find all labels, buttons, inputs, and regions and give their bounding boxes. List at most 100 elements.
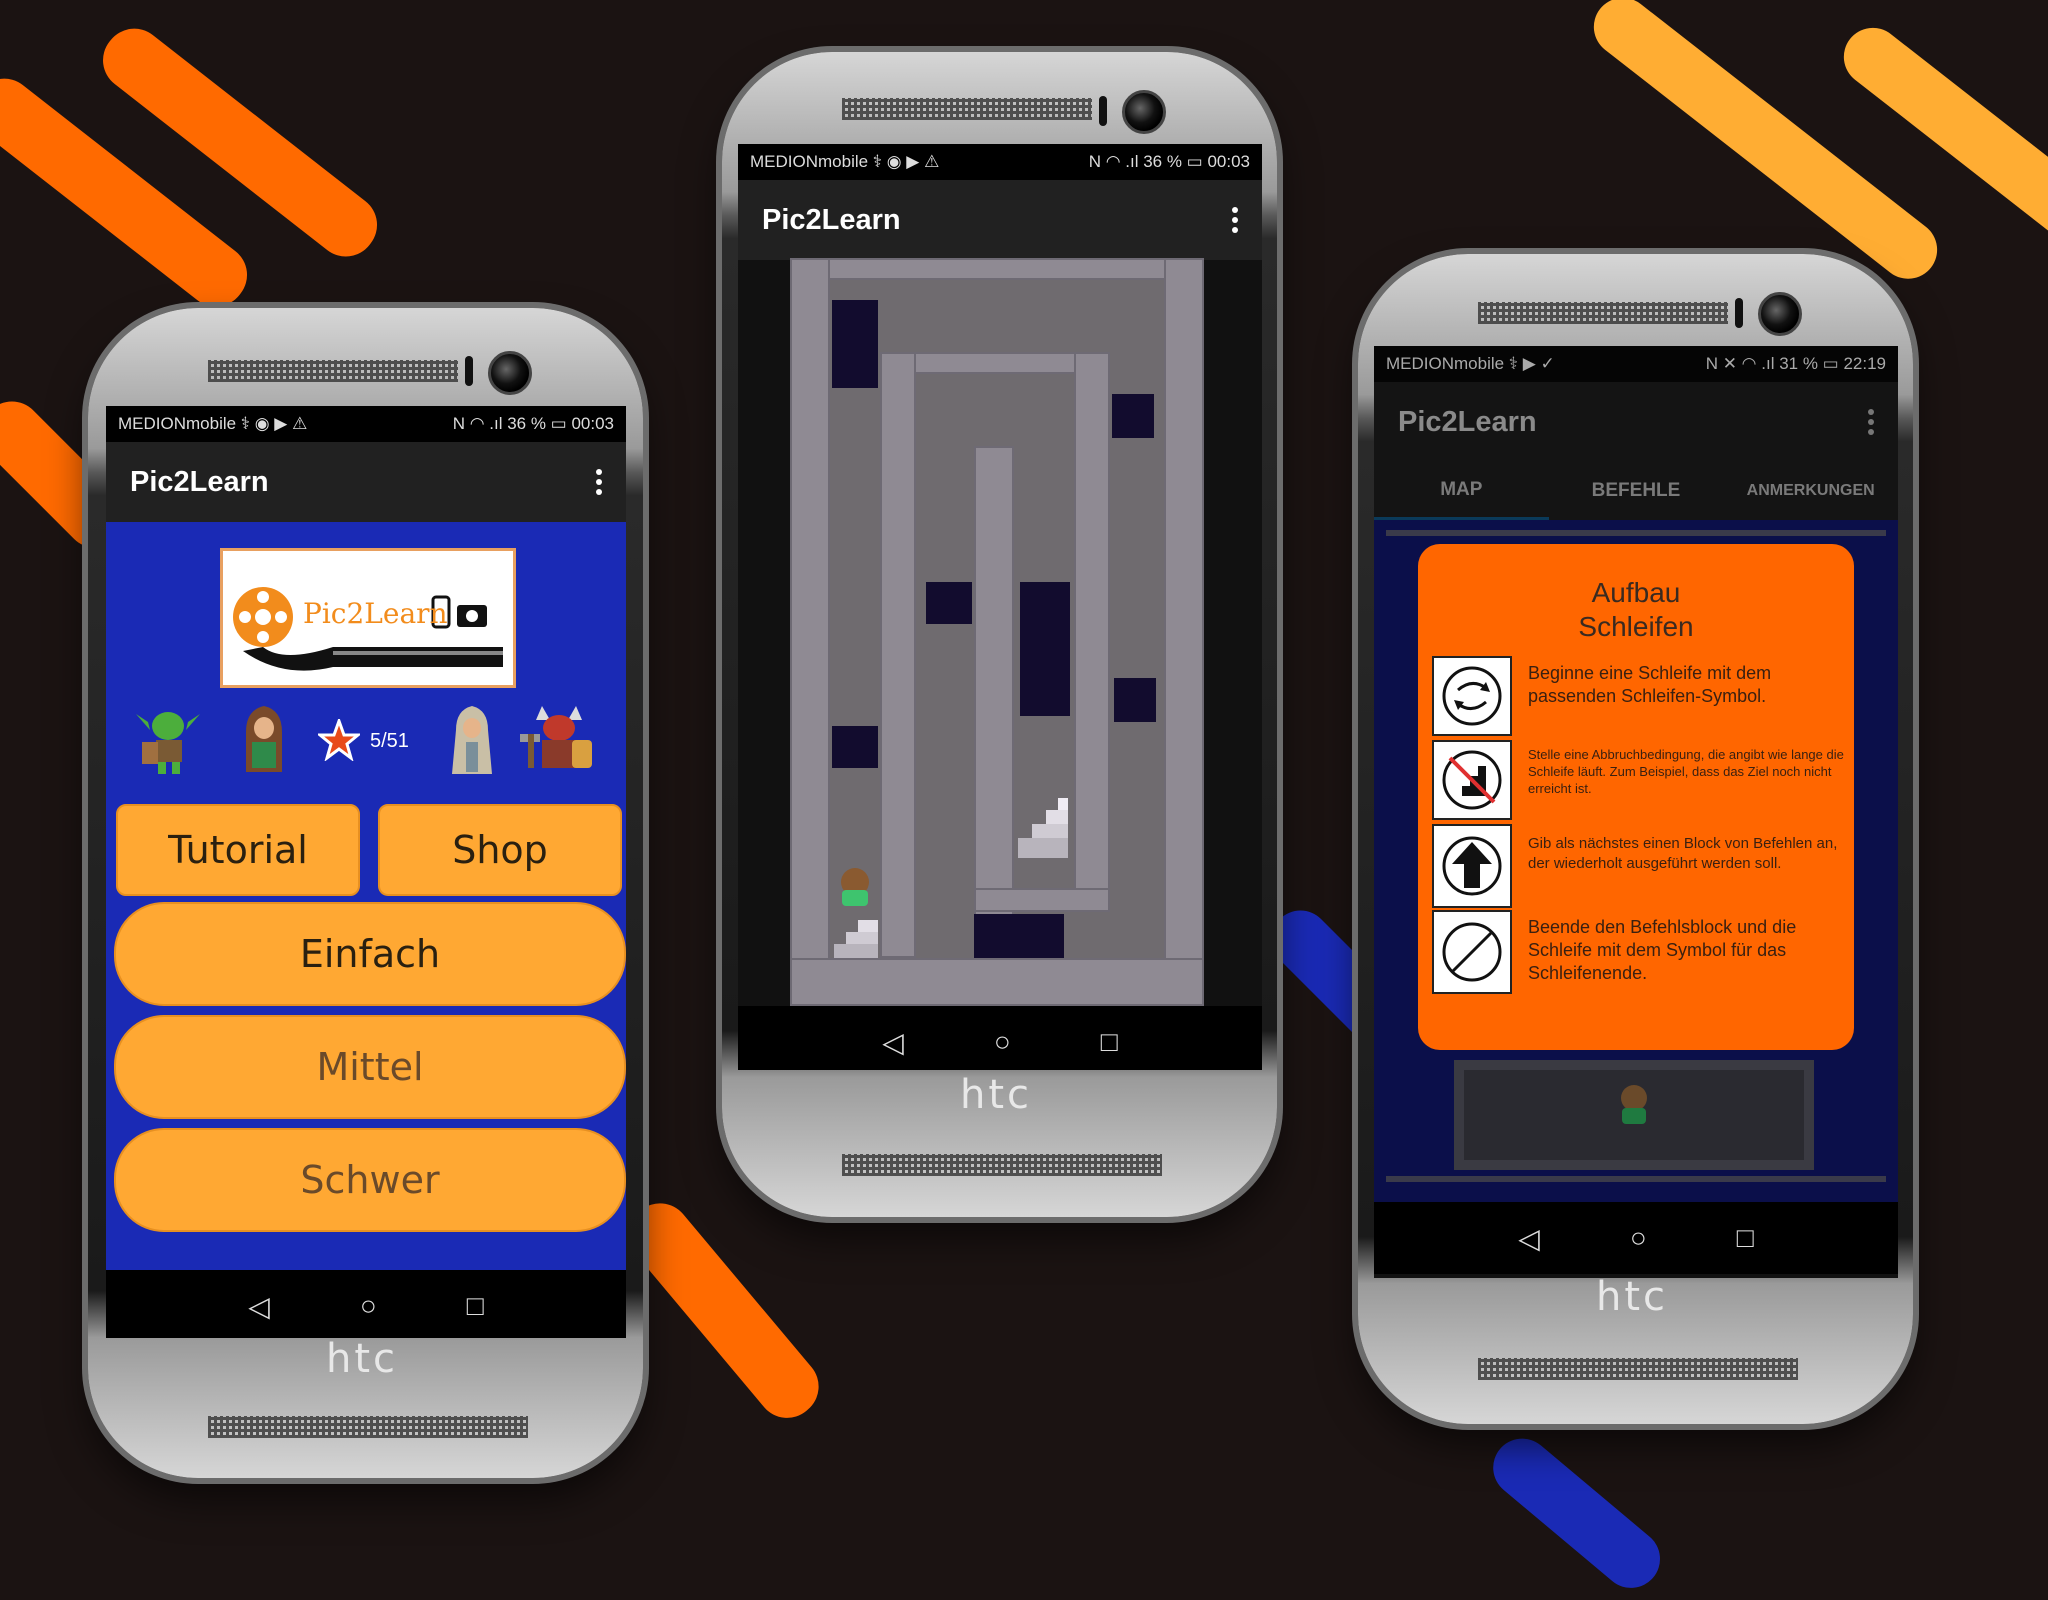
maze-wall xyxy=(790,258,830,1006)
carrier-label: MEDIONmobile ⚕ ▶ ✓ xyxy=(1386,354,1555,373)
phone-left: MEDIONmobile ⚕ ◉ ▶ ⚠ N ◠ .ıl 36 % ▭ 00:0… xyxy=(88,308,643,1478)
bottom-speaker-grille xyxy=(208,1416,528,1438)
back-icon[interactable]: ◁ xyxy=(248,1290,270,1323)
app-bar: Pic2Learn xyxy=(738,180,1262,260)
step-row: Beende den Befehlsblock und die Schleife… xyxy=(1432,910,1844,994)
speaker-grille xyxy=(1478,302,1728,324)
step-text: Gib als nächstes einen Block von Befehle… xyxy=(1528,835,1838,872)
game-map[interactable] xyxy=(790,258,1204,1006)
tutorial-button[interactable]: Tutorial xyxy=(116,804,360,896)
maze-wall xyxy=(790,958,1204,1006)
tab-map-label: MAP xyxy=(1440,478,1483,500)
priest-character-icon xyxy=(452,706,492,774)
step-text: Beende den Befehlsblock und die Schleife… xyxy=(1528,917,1797,983)
void-tile xyxy=(974,914,1064,958)
loop-help-dialog: Aufbau Schleifen Beginne eine Schleife m… xyxy=(1418,544,1854,1050)
void-tile xyxy=(926,582,972,624)
logo-text: Pic2Learn xyxy=(303,597,448,630)
hard-button[interactable]: Schwer xyxy=(114,1128,626,1232)
goblin-character-icon xyxy=(136,712,200,774)
app-title: Pic2Learn xyxy=(130,465,269,498)
logo: Pic2Learn xyxy=(220,548,516,688)
star-icon xyxy=(318,719,360,761)
arrow-up-icon xyxy=(1432,824,1512,908)
status-bar: MEDIONmobile ⚕ ◉ ▶ ⚠ N ◠ .ıl 36 % ▭ 00:0… xyxy=(738,144,1262,180)
maze-wall xyxy=(880,352,916,958)
phone-right: MEDIONmobile ⚕ ▶ ✓ N ✕ ◠ .ıl 31 % ▭ 22:1… xyxy=(1358,254,1913,1424)
recents-icon[interactable]: □ xyxy=(1101,1026,1118,1058)
hard-button-label: Schwer xyxy=(300,1158,440,1202)
carrier-label: MEDIONmobile ⚕ ◉ ▶ ⚠ xyxy=(750,152,940,171)
status-right: N ◠ .ıl 36 % ▭ 00:03 xyxy=(452,414,614,433)
back-icon[interactable]: ◁ xyxy=(1518,1222,1540,1255)
tab-map[interactable]: MAP xyxy=(1374,462,1549,520)
overflow-menu-icon[interactable] xyxy=(596,469,602,495)
maze-wall xyxy=(790,258,1204,280)
tab-befehle-label: BEFEHLE xyxy=(1591,480,1681,501)
status-right: N ◠ .ıl 36 % ▭ 00:03 xyxy=(1088,152,1250,171)
front-camera-icon xyxy=(1122,90,1166,134)
proximity-sensor xyxy=(1099,96,1107,126)
shop-button[interactable]: Shop xyxy=(378,804,622,896)
tab-anmerkungen[interactable]: ANMERKUNGEN xyxy=(1723,462,1898,520)
void-tile xyxy=(832,300,878,388)
void-tile xyxy=(1112,394,1154,438)
no-stairs-icon xyxy=(1432,740,1512,820)
tab-anmerkungen-label: ANMERKUNGEN xyxy=(1746,482,1875,499)
blue-stripe xyxy=(1481,1426,1672,1600)
star-count: 5/51 xyxy=(370,730,409,752)
medium-button-label: Mittel xyxy=(316,1045,424,1089)
orange-stripe xyxy=(616,1191,831,1431)
tutorial-button-label: Tutorial xyxy=(168,828,308,872)
tab-befehle[interactable]: BEFEHLE xyxy=(1549,462,1724,520)
status-bar: MEDIONmobile ⚕ ▶ ✓ N ✕ ◠ .ıl 31 % ▭ 22:1… xyxy=(1374,346,1898,382)
screen: MEDIONmobile ⚕ ◉ ▶ ⚠ N ◠ .ıl 36 % ▭ 00:0… xyxy=(738,144,1262,1070)
back-icon[interactable]: ◁ xyxy=(882,1026,904,1059)
warrior-character-icon xyxy=(520,706,592,768)
screen: MEDIONmobile ⚕ ▶ ✓ N ✕ ◠ .ıl 31 % ▭ 22:1… xyxy=(1374,346,1898,1278)
overflow-menu-icon[interactable] xyxy=(1232,207,1238,233)
dialog-title: Aufbau Schleifen xyxy=(1418,576,1854,644)
status-bar: MEDIONmobile ⚕ ◉ ▶ ⚠ N ◠ .ıl 36 % ▭ 00:0… xyxy=(106,406,626,442)
loop-end-icon xyxy=(1432,910,1512,994)
front-camera-icon xyxy=(1758,292,1802,336)
app-bar: Pic2Learn xyxy=(106,442,626,522)
speaker-grille xyxy=(842,98,1092,120)
step-text: Stelle eine Abbruchbedingung, die angibt… xyxy=(1528,747,1844,796)
phone-middle: MEDIONmobile ⚕ ◉ ▶ ⚠ N ◠ .ıl 36 % ▭ 00:0… xyxy=(722,52,1277,1217)
overflow-menu-icon[interactable] xyxy=(1868,409,1874,435)
navigation-bar: ◁ ○ □ xyxy=(738,1006,1262,1070)
void-tile xyxy=(832,726,878,768)
void-tile xyxy=(1114,678,1156,722)
step-row: Beginne eine Schleife mit dem passenden … xyxy=(1432,656,1844,736)
navigation-bar: ◁ ○ □ xyxy=(106,1270,626,1338)
recents-icon[interactable]: □ xyxy=(1737,1222,1754,1254)
medium-button[interactable]: Mittel xyxy=(114,1015,626,1119)
app-title: Pic2Learn xyxy=(762,203,901,236)
speaker-grille xyxy=(208,360,458,382)
void-tile xyxy=(1020,582,1070,716)
bottom-speaker-grille xyxy=(842,1154,1162,1176)
player-character-icon xyxy=(841,868,869,906)
home-icon[interactable]: ○ xyxy=(1630,1222,1647,1254)
maze-wall xyxy=(974,446,1014,916)
shop-button-label: Shop xyxy=(452,828,548,872)
stairs-icon xyxy=(834,920,878,958)
carrier-label: MEDIONmobile ⚕ ◉ ▶ ⚠ xyxy=(118,414,308,433)
home-icon[interactable]: ○ xyxy=(994,1026,1011,1058)
ranger-character-icon xyxy=(246,706,282,772)
maze-wall xyxy=(974,888,1110,912)
dialog-title-line2: Schleifen xyxy=(1578,611,1694,642)
htc-logo: htc xyxy=(1596,1274,1669,1320)
proximity-sensor xyxy=(465,356,473,386)
home-icon[interactable]: ○ xyxy=(360,1290,377,1322)
dimmed-character-icon xyxy=(1621,1085,1647,1124)
recents-icon[interactable]: □ xyxy=(467,1290,484,1322)
maze-wall xyxy=(1164,258,1204,1006)
stairs-icon xyxy=(1018,798,1068,858)
easy-button[interactable]: Einfach xyxy=(114,902,626,1006)
step-row: Stelle eine Abbruchbedingung, die angibt… xyxy=(1432,740,1844,820)
maze-wall xyxy=(1074,352,1110,912)
step-text: Beginne eine Schleife mit dem passenden … xyxy=(1528,663,1772,706)
app-bar: Pic2Learn xyxy=(1374,382,1898,462)
